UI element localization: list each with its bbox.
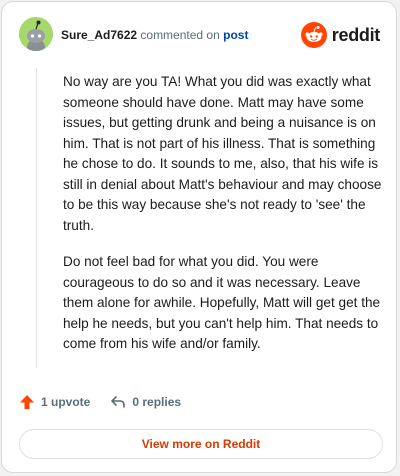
replies-count: 0 replies (132, 395, 182, 409)
comment-embed-card: Sure_Ad7622 commented on post reddit No … (1, 1, 397, 473)
upvote-arrow-icon (20, 395, 34, 409)
upvote-count: 1 upvote (41, 395, 91, 409)
comment-paragraph-1: No way are you TA! What you did was exac… (63, 74, 382, 233)
comment-actions: 1 upvote 0 replies (19, 394, 181, 410)
action-text: commented on (140, 28, 220, 42)
comment-body: No way are you TA! What you did was exac… (63, 72, 383, 371)
view-more-button[interactable]: View more on Reddit (19, 429, 383, 459)
comment-header: Sure_Ad7622 commented on post reddit (2, 2, 396, 68)
reply-arrow-icon (111, 396, 126, 408)
username-link[interactable]: Sure_Ad7622 (61, 28, 137, 42)
thread-line (36, 68, 37, 368)
comment-paragraph-2: Do not feel bad for what you did. You we… (63, 254, 381, 351)
user-avatar[interactable] (19, 17, 53, 51)
post-link[interactable]: post (223, 28, 248, 42)
reddit-logo-icon (300, 22, 327, 48)
comment-meta: Sure_Ad7622 commented on post (61, 27, 248, 43)
reddit-logo[interactable]: reddit (300, 22, 381, 48)
reddit-wordmark: reddit (331, 24, 381, 45)
replies-button[interactable]: 0 replies (110, 394, 181, 410)
upvote-button[interactable]: 1 upvote (19, 394, 90, 410)
snoo-avatar-icon (19, 17, 53, 51)
